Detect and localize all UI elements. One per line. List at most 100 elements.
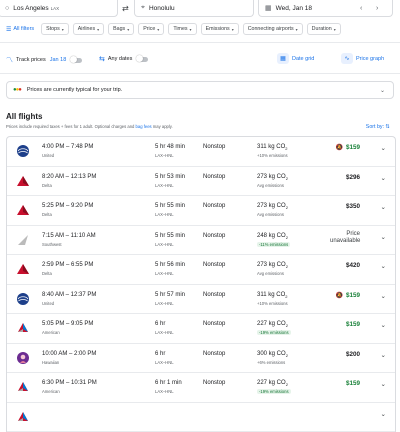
departure-date: Wed, Jan 18: [276, 5, 312, 12]
filter-chip-stops[interactable]: Stops▾: [41, 23, 69, 35]
airline-logo-icon: [16, 174, 30, 188]
price-insight-text: Prices are currently typical for your tr…: [27, 87, 122, 93]
airline-name: Delta: [42, 212, 52, 217]
expand-chevron-icon[interactable]: ⌄: [381, 380, 386, 388]
flight-row[interactable]: 5:05 PM – 9:05 PMAmerican6 hrLAX–HNLNons…: [7, 314, 395, 344]
filter-chip-airlines[interactable]: Airlines▾: [73, 23, 104, 35]
flight-row[interactable]: 8:40 AM – 12:37 PMUnited5 hr 57 minLAX–H…: [7, 285, 395, 315]
next-date-icon[interactable]: ›: [376, 5, 378, 12]
airline-name: Hawaiian: [42, 360, 59, 365]
co2-value: 273 kg CO: [257, 174, 286, 180]
filter-chip-bags[interactable]: Bags▾: [108, 23, 134, 35]
disclaimer-text: Prices include required taxes + fees for…: [6, 124, 136, 129]
sort-button[interactable]: Sort by: ⇅: [366, 124, 390, 130]
flight-duration: 5 hr 55 min: [155, 203, 185, 209]
flight-row[interactable]: 8:20 AM – 12:13 PMDelta5 hr 53 minLAX–HN…: [7, 167, 395, 197]
expand-chevron-icon[interactable]: ⌄: [381, 262, 386, 270]
airline-logo-icon: [16, 380, 30, 394]
track-prices-label: Track prices: [16, 57, 46, 63]
flight-price: $200: [346, 351, 360, 358]
chip-label: Times: [173, 26, 187, 32]
date-field[interactable]: ▦ Wed, Jan 18: [258, 0, 393, 17]
any-dates-toggle[interactable]: [137, 57, 148, 62]
filter-chip-connecting-airports[interactable]: Connecting airports▾: [243, 23, 303, 35]
flight-row[interactable]: 6:30 PM – 10:31 PMAmerican6 hr 1 minLAX–…: [7, 373, 395, 403]
filter-chip-emissions[interactable]: Emissions▾: [201, 23, 239, 35]
filter-chip-duration[interactable]: Duration▾: [307, 23, 341, 35]
flight-row[interactable]: ⌄: [7, 403, 395, 432]
destination-field[interactable]: ⌖ Honolulu: [134, 0, 254, 17]
flight-stops: Nonstop: [203, 174, 225, 180]
section-title: All flights: [6, 112, 42, 121]
emissions-label: Avg emissions: [257, 271, 284, 276]
track-date-toggle[interactable]: [71, 58, 82, 63]
emissions-label: Avg emissions: [257, 183, 284, 188]
flight-row[interactable]: 4:00 PM – 7:48 PMUnited5 hr 48 minLAX–HN…: [7, 137, 395, 167]
price-disclaimer: Prices include required taxes + fees for…: [6, 124, 173, 129]
flight-row[interactable]: 7:15 AM – 11:10 AMSouthwest5 hr 55 minLA…: [7, 226, 395, 256]
co2-value: 300 kg CO: [257, 351, 286, 357]
co2-amount: 227 kg CO2: [257, 321, 288, 328]
bag-fees-link[interactable]: bag fees: [136, 124, 152, 129]
chevron-down-icon: ⌄: [380, 87, 385, 94]
emissions-label: -19% emissions: [257, 330, 291, 335]
chevron-down-icon: ▾: [157, 27, 159, 32]
price-graph-button[interactable]: ∿ Price graph: [341, 53, 384, 64]
flight-row[interactable]: 5:25 PM – 9:20 PMDelta5 hr 55 minLAX–HNL…: [7, 196, 395, 226]
flight-route: LAX–HNL: [155, 330, 174, 335]
co2-value: 273 kg CO: [257, 203, 286, 209]
flight-times: 2:59 PM – 6:55 PM: [42, 262, 93, 268]
co2-amount: 273 kg CO2: [257, 203, 288, 210]
co2-value: 311 kg CO: [257, 144, 285, 150]
flight-times: 8:40 AM – 12:37 PM: [42, 292, 96, 298]
flight-list: 4:00 PM – 7:48 PMUnited5 hr 48 minLAX–HN…: [6, 136, 396, 432]
expand-chevron-icon[interactable]: ⌄: [381, 233, 386, 241]
emissions-label: -19% emissions: [257, 389, 291, 394]
expand-chevron-icon[interactable]: ⌄: [381, 351, 386, 359]
flight-row[interactable]: 10:00 AM – 2:00 PMHawaiian6 hrLAX–HNLNon…: [7, 344, 395, 374]
chevron-down-icon: ▾: [97, 27, 99, 32]
expand-chevron-icon[interactable]: ⌄: [381, 321, 386, 329]
co2-amount: 273 kg CO2: [257, 174, 288, 181]
prev-date-icon[interactable]: ‹: [360, 5, 362, 12]
chevron-down-icon: ▾: [127, 27, 129, 32]
flight-price: $296: [346, 174, 360, 181]
chip-label: Bags: [113, 26, 125, 32]
airline-name: American: [42, 389, 60, 394]
flight-price: $159: [346, 292, 360, 299]
filter-chip-times[interactable]: Times▾: [168, 23, 196, 35]
flight-route: LAX–HNL: [155, 301, 174, 306]
expand-chevron-icon[interactable]: ⌄: [381, 174, 386, 182]
flight-price: $159: [346, 321, 360, 328]
flight-duration: 6 hr 1 min: [155, 380, 182, 386]
flight-row[interactable]: 2:59 PM – 6:55 PMDelta5 hr 56 minLAX–HNL…: [7, 255, 395, 285]
expand-chevron-icon[interactable]: ⌄: [381, 410, 386, 418]
expand-chevron-icon[interactable]: ⌄: [381, 292, 386, 300]
co2-value: 248 kg CO: [257, 233, 286, 239]
origin-field[interactable]: ○ Los Angeles LAX: [0, 0, 118, 17]
flight-duration: 5 hr 55 min: [155, 233, 185, 239]
filter-chip-price[interactable]: Price▾: [138, 23, 164, 35]
expand-chevron-icon[interactable]: ⌄: [381, 144, 386, 152]
filter-icon: ☰: [6, 26, 11, 33]
flight-route: LAX–HNL: [155, 360, 174, 365]
emissions-label: +6% emissions: [257, 360, 285, 365]
airline-name: United: [42, 153, 54, 158]
all-filters-button[interactable]: ☰ All filters: [6, 26, 34, 33]
chevron-down-icon: ▾: [190, 27, 192, 32]
chip-label: Airlines: [78, 26, 95, 32]
filter-bar: ☰ All filters Stops▾ Airlines▾ Bags▾ Pri…: [6, 23, 341, 35]
expand-chevron-icon[interactable]: ⌄: [381, 203, 386, 211]
chevron-down-icon: ▾: [296, 27, 298, 32]
price-insight-banner[interactable]: ●●● Prices are currently typical for you…: [6, 81, 394, 99]
price-alert-icon: 🔕: [336, 144, 343, 151]
flight-price: $159: [346, 144, 360, 151]
swap-icon[interactable]: ⇄: [122, 4, 129, 13]
airline-logo-icon: [16, 410, 30, 424]
track-prices: 〽 Track prices Jan 18: [6, 55, 82, 65]
co2-amount: 311 kg CO2: [257, 144, 287, 151]
date-grid-button[interactable]: ▦ Date grid: [277, 53, 314, 64]
emissions-label: +10% emissions: [257, 301, 288, 306]
flight-times: 5:25 PM – 9:20 PM: [42, 203, 93, 209]
airline-logo-icon: [16, 144, 30, 158]
